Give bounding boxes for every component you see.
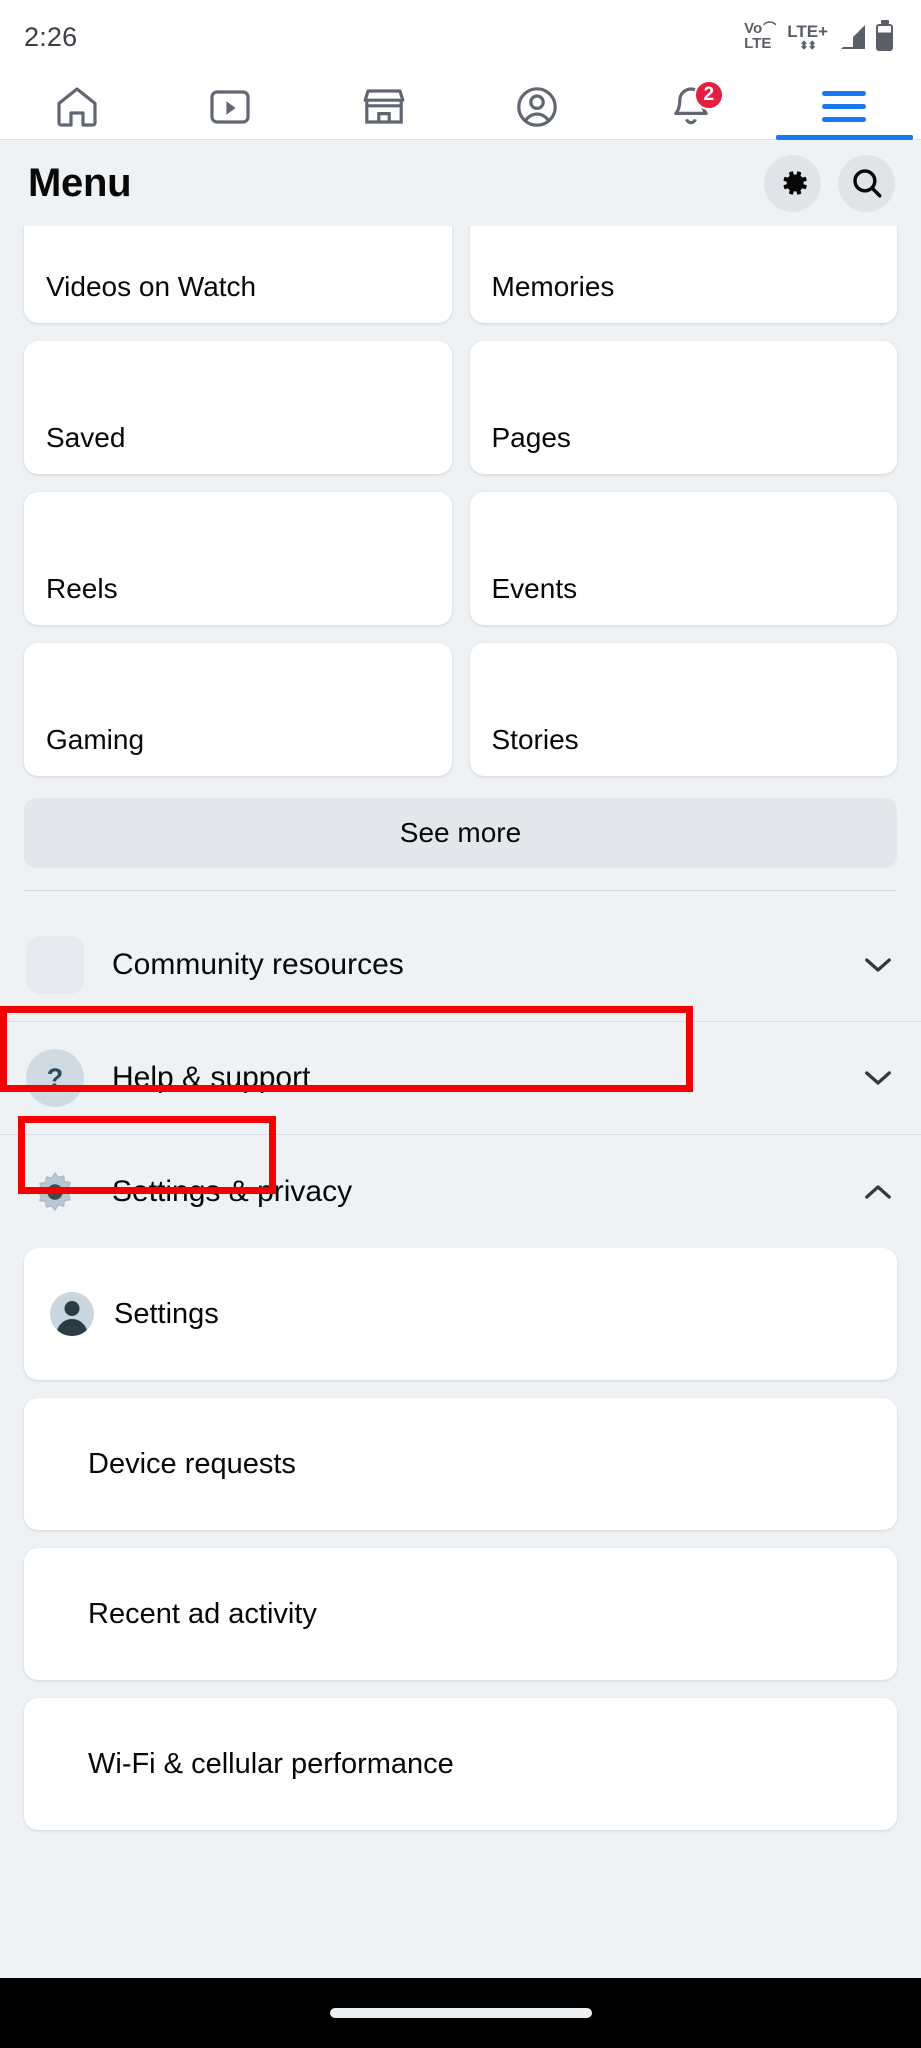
gesture-home-pill[interactable] xyxy=(329,2008,592,2018)
profile-circle-icon xyxy=(517,86,558,127)
tile-label: Stories xyxy=(491,724,579,755)
tab-video[interactable] xyxy=(154,74,308,139)
submenu-label: Device requests xyxy=(88,1447,296,1480)
tile-label: Events xyxy=(491,573,578,604)
notification-badge: 2 xyxy=(693,80,724,110)
accordion-label: Community resources xyxy=(112,948,404,981)
phone-screen: 2:26 Vo ⌒ LTE LTE+ ⬍⬍ 2 Menu Videos on W… xyxy=(0,0,921,2048)
tile-label: Gaming xyxy=(46,724,145,755)
menu-scroll-area[interactable]: Videos on Watch Memories Saved Pages Ree… xyxy=(0,226,921,1978)
tab-home[interactable] xyxy=(0,74,154,139)
search-icon xyxy=(852,169,881,198)
settings-submenu-list: Settings Device requests Recent ad activ… xyxy=(0,1248,921,1830)
chevron-down-icon xyxy=(865,958,891,972)
signal-bars-icon xyxy=(839,25,865,49)
shortcut-tile[interactable]: Pages xyxy=(469,341,897,474)
battery-icon xyxy=(876,23,893,51)
question-mark-glyph: ? xyxy=(47,1063,63,1093)
submenu-item-wifi-cellular-performance[interactable]: Wi-Fi & cellular performance xyxy=(24,1698,897,1830)
accordion-help-support[interactable]: ? Help & support xyxy=(0,1022,921,1135)
tab-notifications[interactable]: 2 xyxy=(614,74,768,139)
tab-menu[interactable] xyxy=(768,74,921,140)
placeholder-square-icon xyxy=(26,936,84,994)
network-label: LTE+ xyxy=(787,21,828,41)
submenu-item-settings[interactable]: Settings xyxy=(24,1248,897,1380)
shortcut-tile[interactable]: Events xyxy=(469,492,897,625)
home-icon xyxy=(57,86,97,127)
gear-glyph xyxy=(36,1171,74,1211)
chevron-down-icon xyxy=(865,1071,891,1085)
person-avatar-icon xyxy=(50,1292,94,1336)
tile-label: Pages xyxy=(491,422,571,453)
tile-label: Reels xyxy=(46,573,118,604)
status-time: 2:26 xyxy=(24,21,78,52)
search-button[interactable] xyxy=(838,154,895,212)
tile-label: Saved xyxy=(46,422,126,453)
header-actions xyxy=(764,154,895,212)
top-tab-bar: 2 xyxy=(0,74,921,140)
gear-icon xyxy=(26,1163,84,1221)
gear-icon xyxy=(782,171,807,195)
menu-header: Menu xyxy=(0,140,921,226)
submenu-item-recent-ad-activity[interactable]: Recent ad activity xyxy=(24,1548,897,1680)
shortcut-tile[interactable]: Reels xyxy=(24,492,452,625)
shortcut-tile[interactable]: Gaming xyxy=(24,643,452,776)
shortcut-tile[interactable]: Memories xyxy=(469,226,897,323)
accordion-community-resources[interactable]: Community resources xyxy=(0,909,921,1022)
shortcut-tile[interactable]: Stories xyxy=(469,643,897,776)
volte-bottom-label: LTE xyxy=(744,35,772,52)
video-play-icon xyxy=(210,89,250,124)
accordion-settings-privacy[interactable]: Settings & privacy xyxy=(0,1135,921,1248)
data-arrows-icon: ⬍⬍ xyxy=(799,39,816,52)
settings-shortcut-button[interactable] xyxy=(764,154,821,212)
section-divider xyxy=(24,890,897,891)
submenu-label: Settings xyxy=(114,1297,219,1330)
volte-icon: Vo ⌒ LTE xyxy=(744,21,777,52)
network-type-icon: LTE+ ⬍⬍ xyxy=(787,23,828,52)
shortcuts-section: Videos on Watch Memories Saved Pages Ree… xyxy=(0,226,921,909)
shortcut-tile-grid: Videos on Watch Memories Saved Pages Ree… xyxy=(24,226,897,776)
tile-label: Videos on Watch xyxy=(46,271,257,302)
shortcut-tile[interactable]: Videos on Watch xyxy=(24,226,452,323)
tab-profile[interactable] xyxy=(461,74,615,139)
chevron-up-icon xyxy=(865,1184,891,1199)
svg-text:?: ? xyxy=(47,1063,63,1093)
tab-marketplace[interactable] xyxy=(307,74,461,139)
volte-wave-icon: ⌒ xyxy=(763,21,777,37)
status-bar: 2:26 Vo ⌒ LTE LTE+ ⬍⬍ xyxy=(0,0,921,74)
android-navigation-bar xyxy=(0,1978,921,2048)
see-more-button[interactable]: See more xyxy=(24,798,897,868)
submenu-label: Wi-Fi & cellular performance xyxy=(88,1747,454,1780)
hamburger-menu-icon xyxy=(822,91,867,122)
submenu-item-device-requests[interactable]: Device requests xyxy=(24,1398,897,1530)
marketplace-store-icon xyxy=(363,88,405,124)
shortcut-tile[interactable]: Saved xyxy=(24,341,452,474)
tile-label: Memories xyxy=(491,271,615,302)
page-title: Menu xyxy=(28,160,132,205)
question-mark-circle-icon: ? xyxy=(26,1049,84,1107)
accordion-label: Help & support xyxy=(112,1061,311,1094)
accordion-label: Settings & privacy xyxy=(112,1174,353,1208)
status-icons: Vo ⌒ LTE LTE+ ⬍⬍ xyxy=(744,21,893,52)
submenu-label: Recent ad activity xyxy=(88,1597,317,1630)
